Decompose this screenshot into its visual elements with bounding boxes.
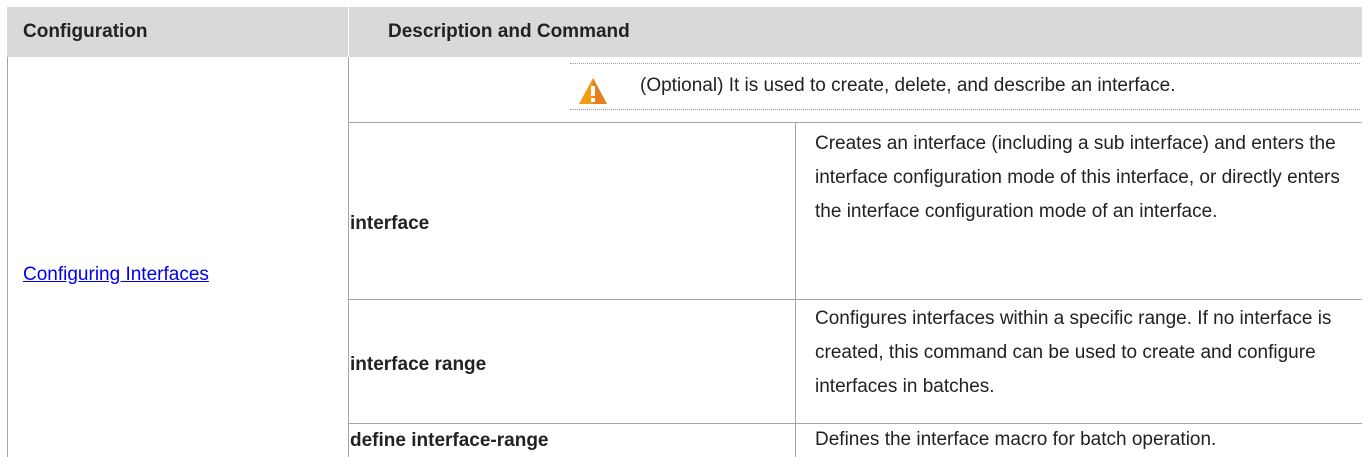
header-description-and-command: Description and Command	[388, 21, 630, 42]
header-configuration: Configuration	[23, 21, 148, 42]
warning-icon	[579, 78, 607, 104]
configuring-interfaces-link[interactable]: Configuring Interfaces	[23, 264, 209, 286]
row-divider-2	[348, 299, 1362, 300]
table-header: Configuration Description and Command	[7, 7, 1362, 57]
header-divider	[348, 7, 349, 57]
description-interface-range: Configures interfaces within a specific …	[815, 308, 1332, 397]
note-border-top	[570, 63, 1360, 64]
command-description-divider	[795, 122, 796, 457]
table-border-left	[7, 57, 8, 457]
row-divider-1	[348, 122, 1362, 123]
command-label: interface range	[350, 354, 487, 375]
column-divider	[348, 57, 349, 457]
description-define-interface-range: Defines the interface macro for batch op…	[815, 429, 1217, 450]
description-interface: Creates an interface (including a sub in…	[815, 133, 1340, 222]
configuration-table: Configuration Description and Command Co…	[7, 7, 1362, 457]
note-text: (Optional) It is used to create, delete,…	[640, 75, 1176, 96]
command-label: define interface-range	[350, 430, 549, 451]
note-border-bottom	[570, 109, 1360, 110]
command-label: interface	[350, 213, 430, 234]
